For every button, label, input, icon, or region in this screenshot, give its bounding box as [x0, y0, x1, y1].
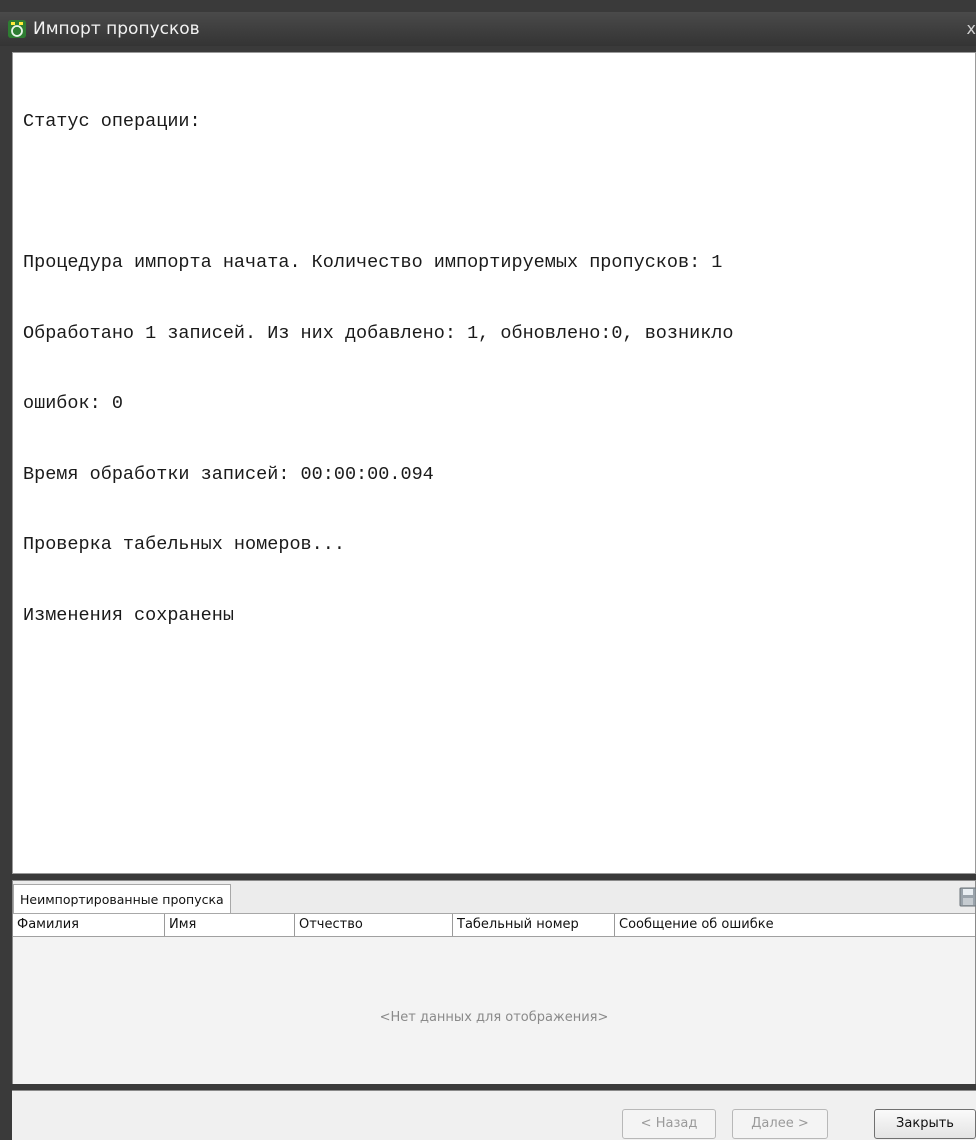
status-line: ошибок: 0 [23, 393, 123, 414]
grid-header: Фамилия Имя Отчество Табельный номер Соо… [13, 914, 975, 937]
back-button[interactable]: < Назад [622, 1109, 716, 1139]
close-icon[interactable]: x [960, 18, 976, 40]
empty-grid-message: <Нет данных для отображения> [379, 1010, 609, 1025]
dialog-footer: < Назад Далее > Закрыть [12, 1090, 976, 1140]
not-imported-grid[interactable]: Фамилия Имя Отчество Табельный номер Соо… [13, 913, 975, 1084]
tab-not-imported[interactable]: Неимпортированные пропуска [13, 884, 231, 913]
window-title: Импорт пропусков [33, 19, 200, 39]
column-header-middle-name[interactable]: Отчество [295, 914, 453, 936]
column-header-error-message[interactable]: Сообщение об ошибке [615, 914, 975, 936]
status-line: Процедура импорта начата. Количество имп… [23, 252, 723, 273]
panel-tabbar: Неимпортированные пропуска [13, 881, 976, 913]
status-line: Проверка табельных номеров... [23, 534, 345, 555]
operation-status-log[interactable]: Статус операции: Процедура импорта начат… [12, 52, 976, 874]
status-line: Изменения сохранены [23, 604, 234, 626]
column-header-employee-number[interactable]: Табельный номер [453, 914, 615, 936]
close-button[interactable]: Закрыть [874, 1109, 976, 1139]
save-icon[interactable] [959, 887, 976, 907]
status-line [23, 181, 965, 205]
column-header-first-name[interactable]: Имя [165, 914, 295, 936]
status-line: Статус операции: [23, 111, 201, 132]
status-line: Время обработки записей: 00:00:00.094 [23, 463, 434, 485]
import-dialog: Импорт пропусков x Статус операции: Проц… [0, 0, 976, 1140]
not-imported-panel: Неимпортированные пропуска Фамилия Имя О… [12, 880, 976, 1084]
title-bar[interactable]: Импорт пропусков x [0, 12, 976, 46]
status-line: Обработано 1 записей. Из них добавлено: … [23, 322, 734, 344]
app-icon [8, 20, 26, 38]
next-button[interactable]: Далее > [732, 1109, 828, 1139]
column-header-last-name[interactable]: Фамилия [13, 914, 165, 936]
